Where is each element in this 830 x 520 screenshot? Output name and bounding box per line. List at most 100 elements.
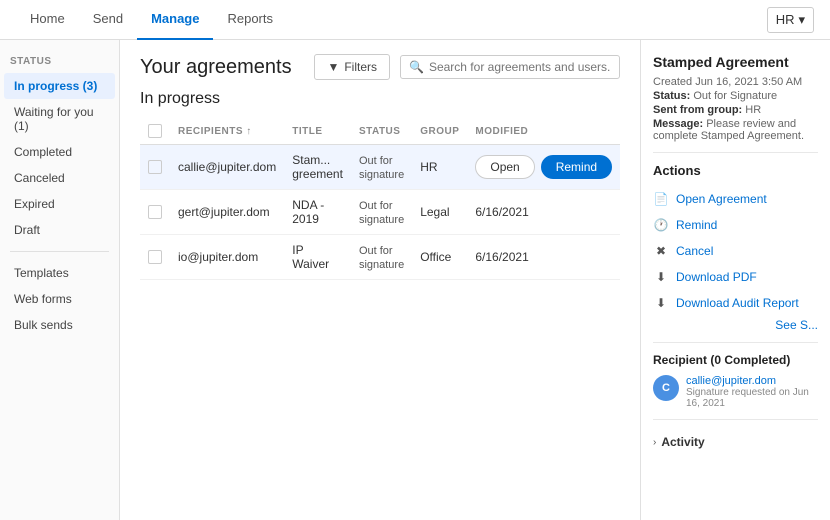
row-actions: Open Remind [475, 155, 612, 179]
row-modified: Open Remind [467, 145, 620, 190]
row-checkbox-cell [140, 190, 170, 235]
row-title: Stam... greement [284, 145, 351, 190]
avatar-initials: C [662, 382, 670, 394]
download-pdf-icon: ⬇ [653, 269, 669, 285]
sidebar-item-completed[interactable]: Completed [4, 139, 115, 165]
recipient-section-title: Recipient (0 Completed) [653, 353, 818, 367]
panel-divider-3 [653, 419, 818, 420]
panel-message-label: Message: [653, 118, 703, 130]
chevron-down-icon: ▾ [798, 12, 805, 28]
row-checkbox[interactable] [148, 160, 162, 174]
search-icon: 🔍 [409, 60, 424, 74]
row-modified: 6/16/2021 [467, 190, 620, 235]
sidebar-item-in-progress[interactable]: In progress (3) [4, 73, 115, 99]
action-open-agreement[interactable]: 📄 Open Agreement [653, 186, 818, 212]
table-row[interactable]: io@jupiter.dom IP Waiver Out for signatu… [140, 235, 620, 280]
recipient-email[interactable]: callie@jupiter.dom [686, 375, 818, 387]
panel-status: Status: Out for Signature [653, 90, 818, 102]
sidebar: STATUS In progress (3) Waiting for you (… [0, 40, 120, 520]
col-group: GROUP [412, 118, 467, 145]
sidebar-item-templates[interactable]: Templates [4, 260, 115, 286]
row-recipient: io@jupiter.dom [170, 235, 284, 280]
top-navigation: Home Send Manage Reports HR ▾ [0, 0, 830, 40]
action-download-audit[interactable]: ⬇ Download Audit Report [653, 290, 818, 316]
panel-agreement-title: Stamped Agreement [653, 54, 818, 70]
action-cancel[interactable]: ✖ Cancel [653, 238, 818, 264]
section-title: In progress [140, 90, 620, 108]
chevron-right-icon: › [653, 437, 656, 448]
row-checkbox[interactable] [148, 250, 162, 264]
action-label-cancel: Cancel [676, 244, 713, 258]
content-header: Your agreements ▼ Filters 🔍 [120, 40, 640, 90]
panel-sent-from: Sent from group: HR [653, 104, 818, 116]
col-recipients: RECIPIENTS ↑ [170, 118, 284, 145]
panel-message: Message: Please review and complete Stam… [653, 118, 818, 142]
nav-item-reports[interactable]: Reports [213, 0, 287, 40]
row-recipient: gert@jupiter.dom [170, 190, 284, 235]
agreements-table: RECIPIENTS ↑ TITLE STATUS GROUP MODIFIED… [140, 118, 620, 280]
row-checkbox-cell [140, 235, 170, 280]
row-group: HR [412, 145, 467, 190]
action-download-pdf[interactable]: ⬇ Download PDF [653, 264, 818, 290]
nav-item-manage[interactable]: Manage [137, 0, 213, 40]
filter-label: Filters [344, 60, 377, 74]
main-layout: STATUS In progress (3) Waiting for you (… [0, 40, 830, 520]
remind-button[interactable]: Remind [541, 155, 612, 179]
open-agreement-button[interactable]: Open [475, 155, 534, 179]
row-title: IP Waiver [284, 235, 351, 280]
page-title: Your agreements [140, 56, 292, 79]
panel-sent-from-value: HR [745, 104, 761, 116]
sidebar-item-canceled[interactable]: Canceled [4, 165, 115, 191]
download-audit-icon: ⬇ [653, 295, 669, 311]
sidebar-item-draft[interactable]: Draft [4, 217, 115, 243]
header-actions: ▼ Filters 🔍 [314, 54, 620, 80]
status-section-label: STATUS [0, 56, 119, 73]
search-input[interactable] [429, 60, 611, 74]
sidebar-item-bulk-sends[interactable]: Bulk sends [4, 312, 115, 338]
action-remind[interactable]: 🕐 Remind [653, 212, 818, 238]
panel-status-value: Out for Signature [693, 90, 777, 102]
filter-button[interactable]: ▼ Filters [314, 54, 390, 80]
row-group: Office [412, 235, 467, 280]
row-status: Out for signature [351, 190, 412, 235]
recipient-info: callie@jupiter.dom Signature requested o… [686, 375, 818, 409]
row-modified: 6/16/2021 [467, 235, 620, 280]
see-all-button[interactable]: See S... [653, 318, 818, 332]
sidebar-item-waiting-for-you[interactable]: Waiting for you (1) [4, 99, 115, 139]
user-menu-button[interactable]: HR ▾ [767, 7, 814, 33]
sidebar-item-expired[interactable]: Expired [4, 191, 115, 217]
activity-section[interactable]: › Activity [653, 430, 818, 454]
panel-divider-2 [653, 342, 818, 343]
row-title: NDA - 2019 [284, 190, 351, 235]
row-checkbox-cell [140, 145, 170, 190]
search-box: 🔍 [400, 55, 620, 79]
row-status: Out for signature [351, 235, 412, 280]
table-container: In progress RECIPIENTS ↑ TITLE STATUS GR… [120, 90, 640, 520]
filter-icon: ▼ [327, 60, 339, 74]
right-panel: Stamped Agreement Created Jun 16, 2021 3… [640, 40, 830, 520]
action-label-download-audit: Download Audit Report [676, 296, 799, 310]
panel-divider-1 [653, 152, 818, 153]
panel-actions-title: Actions [653, 163, 818, 178]
row-checkbox[interactable] [148, 205, 162, 219]
table-row[interactable]: callie@jupiter.dom Stam... greement Out … [140, 145, 620, 190]
doc-icon: 📄 [653, 191, 669, 207]
col-status: STATUS [351, 118, 412, 145]
x-circle-icon: ✖ [653, 243, 669, 259]
row-recipient: callie@jupiter.dom [170, 145, 284, 190]
select-all-checkbox[interactable] [148, 124, 162, 138]
col-modified: MODIFIED [467, 118, 620, 145]
action-label-open: Open Agreement [676, 192, 767, 206]
clock-icon: 🕐 [653, 217, 669, 233]
recipient-avatar: C [653, 375, 679, 401]
action-label-download-pdf: Download PDF [676, 270, 757, 284]
nav-item-send[interactable]: Send [79, 0, 137, 40]
panel-status-label: Status: [653, 90, 690, 102]
col-checkbox [140, 118, 170, 145]
content-area: Your agreements ▼ Filters 🔍 In progress [120, 40, 640, 520]
nav-item-home[interactable]: Home [16, 0, 79, 40]
sidebar-item-web-forms[interactable]: Web forms [4, 286, 115, 312]
row-group: Legal [412, 190, 467, 235]
sidebar-divider [10, 251, 109, 252]
table-row[interactable]: gert@jupiter.dom NDA - 2019 Out for sign… [140, 190, 620, 235]
